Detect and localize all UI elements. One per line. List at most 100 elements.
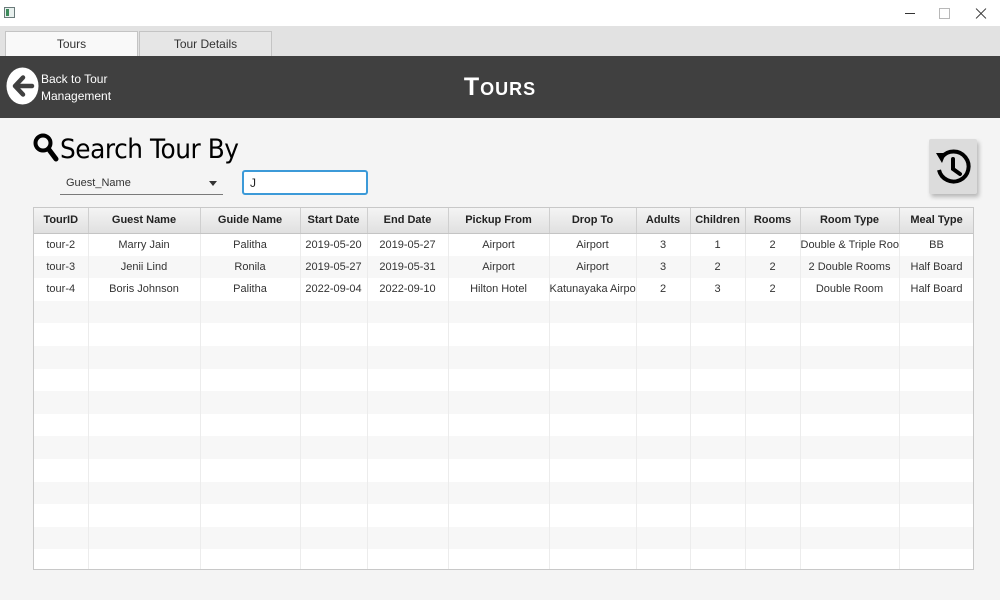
table-cell xyxy=(549,458,637,482)
table-row[interactable] xyxy=(34,504,973,527)
table-row[interactable]: tour-2 Marry Jain Palitha 2019-05-20 2019-05… xyxy=(34,233,973,256)
search-field-selected-value: Guest_Name xyxy=(66,177,131,189)
table-cell xyxy=(34,549,89,569)
table-cell xyxy=(200,323,301,346)
table-cell xyxy=(448,391,550,414)
table-row[interactable]: tour-3 Jenii Lind Ronila 2019-05-27 2019-05-… xyxy=(34,255,973,279)
table-row[interactable]: tour-4 Boris Johnson Palitha 2022-09-04 2022… xyxy=(34,278,973,301)
table-cell xyxy=(899,368,973,392)
table-cell xyxy=(34,413,89,437)
table-cell xyxy=(34,504,89,527)
chevron-down-icon xyxy=(209,181,217,186)
search-heading-text: Search Tour By xyxy=(60,134,239,165)
back-to-tour-management-button[interactable]: Back to Tour Management xyxy=(6,66,116,108)
table-row[interactable] xyxy=(34,391,973,414)
close-icon[interactable] xyxy=(963,0,999,27)
table-cell xyxy=(200,504,301,527)
table-cell xyxy=(367,368,449,392)
table-cell xyxy=(745,504,801,527)
table-row[interactable] xyxy=(34,323,973,346)
table-cell: Hilton Hotel xyxy=(448,278,550,301)
table-cell xyxy=(549,345,637,369)
table-cell xyxy=(34,436,89,459)
page-title: Tours xyxy=(463,73,537,101)
window-title-bar xyxy=(0,0,1000,27)
table-row[interactable] xyxy=(34,413,973,437)
table-cell xyxy=(88,300,201,324)
table-cell xyxy=(899,323,973,346)
table-row[interactable] xyxy=(34,345,973,369)
table-row[interactable] xyxy=(34,481,973,505)
column-header-pickup-from[interactable]: Pickup From xyxy=(448,208,550,234)
table-cell xyxy=(899,526,973,550)
table-row[interactable] xyxy=(34,526,973,550)
column-header-drop-to[interactable]: Drop To xyxy=(549,208,637,234)
table-cell xyxy=(367,549,449,569)
table-cell xyxy=(367,323,449,346)
table-row[interactable] xyxy=(34,436,973,459)
column-header-guide-name[interactable]: Guide Name xyxy=(200,208,301,234)
table-cell xyxy=(636,345,691,369)
table-cell: Boris Johnson xyxy=(88,278,201,301)
table-cell xyxy=(88,436,201,459)
table-cell xyxy=(88,526,201,550)
table-cell xyxy=(800,368,900,392)
table-cell xyxy=(636,481,691,505)
table-cell: Jenii Lind xyxy=(88,255,201,279)
table-cell xyxy=(448,345,550,369)
table-cell xyxy=(899,458,973,482)
table-cell xyxy=(745,549,801,569)
table-cell xyxy=(88,368,201,392)
table-cell: 2022-09-10 xyxy=(367,278,449,301)
column-header-tourid[interactable]: TourID xyxy=(34,208,89,234)
column-header-children[interactable]: Children xyxy=(690,208,746,234)
table-cell xyxy=(899,549,973,569)
table-row[interactable] xyxy=(34,300,973,324)
table-cell: tour-2 xyxy=(34,233,89,256)
table-cell xyxy=(34,458,89,482)
table-cell xyxy=(636,323,691,346)
column-header-meal-type[interactable]: Meal Type xyxy=(899,208,973,234)
table-cell xyxy=(448,413,550,437)
table-cell: 1 xyxy=(690,233,746,256)
table-cell xyxy=(367,526,449,550)
table-cell xyxy=(200,481,301,505)
table-cell: 2 xyxy=(690,255,746,279)
table-cell xyxy=(448,504,550,527)
minimize-icon[interactable] xyxy=(893,0,927,27)
table-cell xyxy=(800,458,900,482)
table-cell xyxy=(200,436,301,459)
table-cell xyxy=(88,413,201,437)
table-cell xyxy=(745,300,801,324)
search-field-select[interactable]: Guest_Name xyxy=(60,172,223,195)
table-cell xyxy=(448,323,550,346)
column-header-guest-name[interactable]: Guest Name xyxy=(88,208,201,234)
tours-table[interactable]: TourID Guest Name Guide Name Start Date … xyxy=(33,207,974,570)
column-header-start-date[interactable]: Start Date xyxy=(300,208,368,234)
tab-tours[interactable]: Tours xyxy=(5,31,138,56)
search-input[interactable] xyxy=(242,170,368,195)
tab-tour-details[interactable]: Tour Details xyxy=(139,31,272,56)
table-cell xyxy=(636,413,691,437)
table-cell: 2 xyxy=(745,278,801,301)
table-cell xyxy=(745,526,801,550)
table-row[interactable] xyxy=(34,458,973,482)
table-row[interactable] xyxy=(34,549,973,569)
table-cell xyxy=(448,436,550,459)
column-header-adults[interactable]: Adults xyxy=(636,208,691,234)
table-cell xyxy=(800,391,900,414)
table-cell xyxy=(34,368,89,392)
table-cell xyxy=(300,345,368,369)
column-header-rooms[interactable]: Rooms xyxy=(745,208,801,234)
column-header-end-date[interactable]: End Date xyxy=(367,208,449,234)
table-cell xyxy=(34,345,89,369)
table-row[interactable] xyxy=(34,368,973,392)
maximize-icon[interactable] xyxy=(927,0,961,27)
table-cell xyxy=(549,413,637,437)
table-cell xyxy=(88,391,201,414)
tab-strip: Tours Tour Details xyxy=(0,27,1000,56)
table-cell xyxy=(636,436,691,459)
refresh-button[interactable] xyxy=(929,139,977,194)
table-cell xyxy=(34,300,89,324)
column-header-room-type[interactable]: Room Type xyxy=(800,208,900,234)
